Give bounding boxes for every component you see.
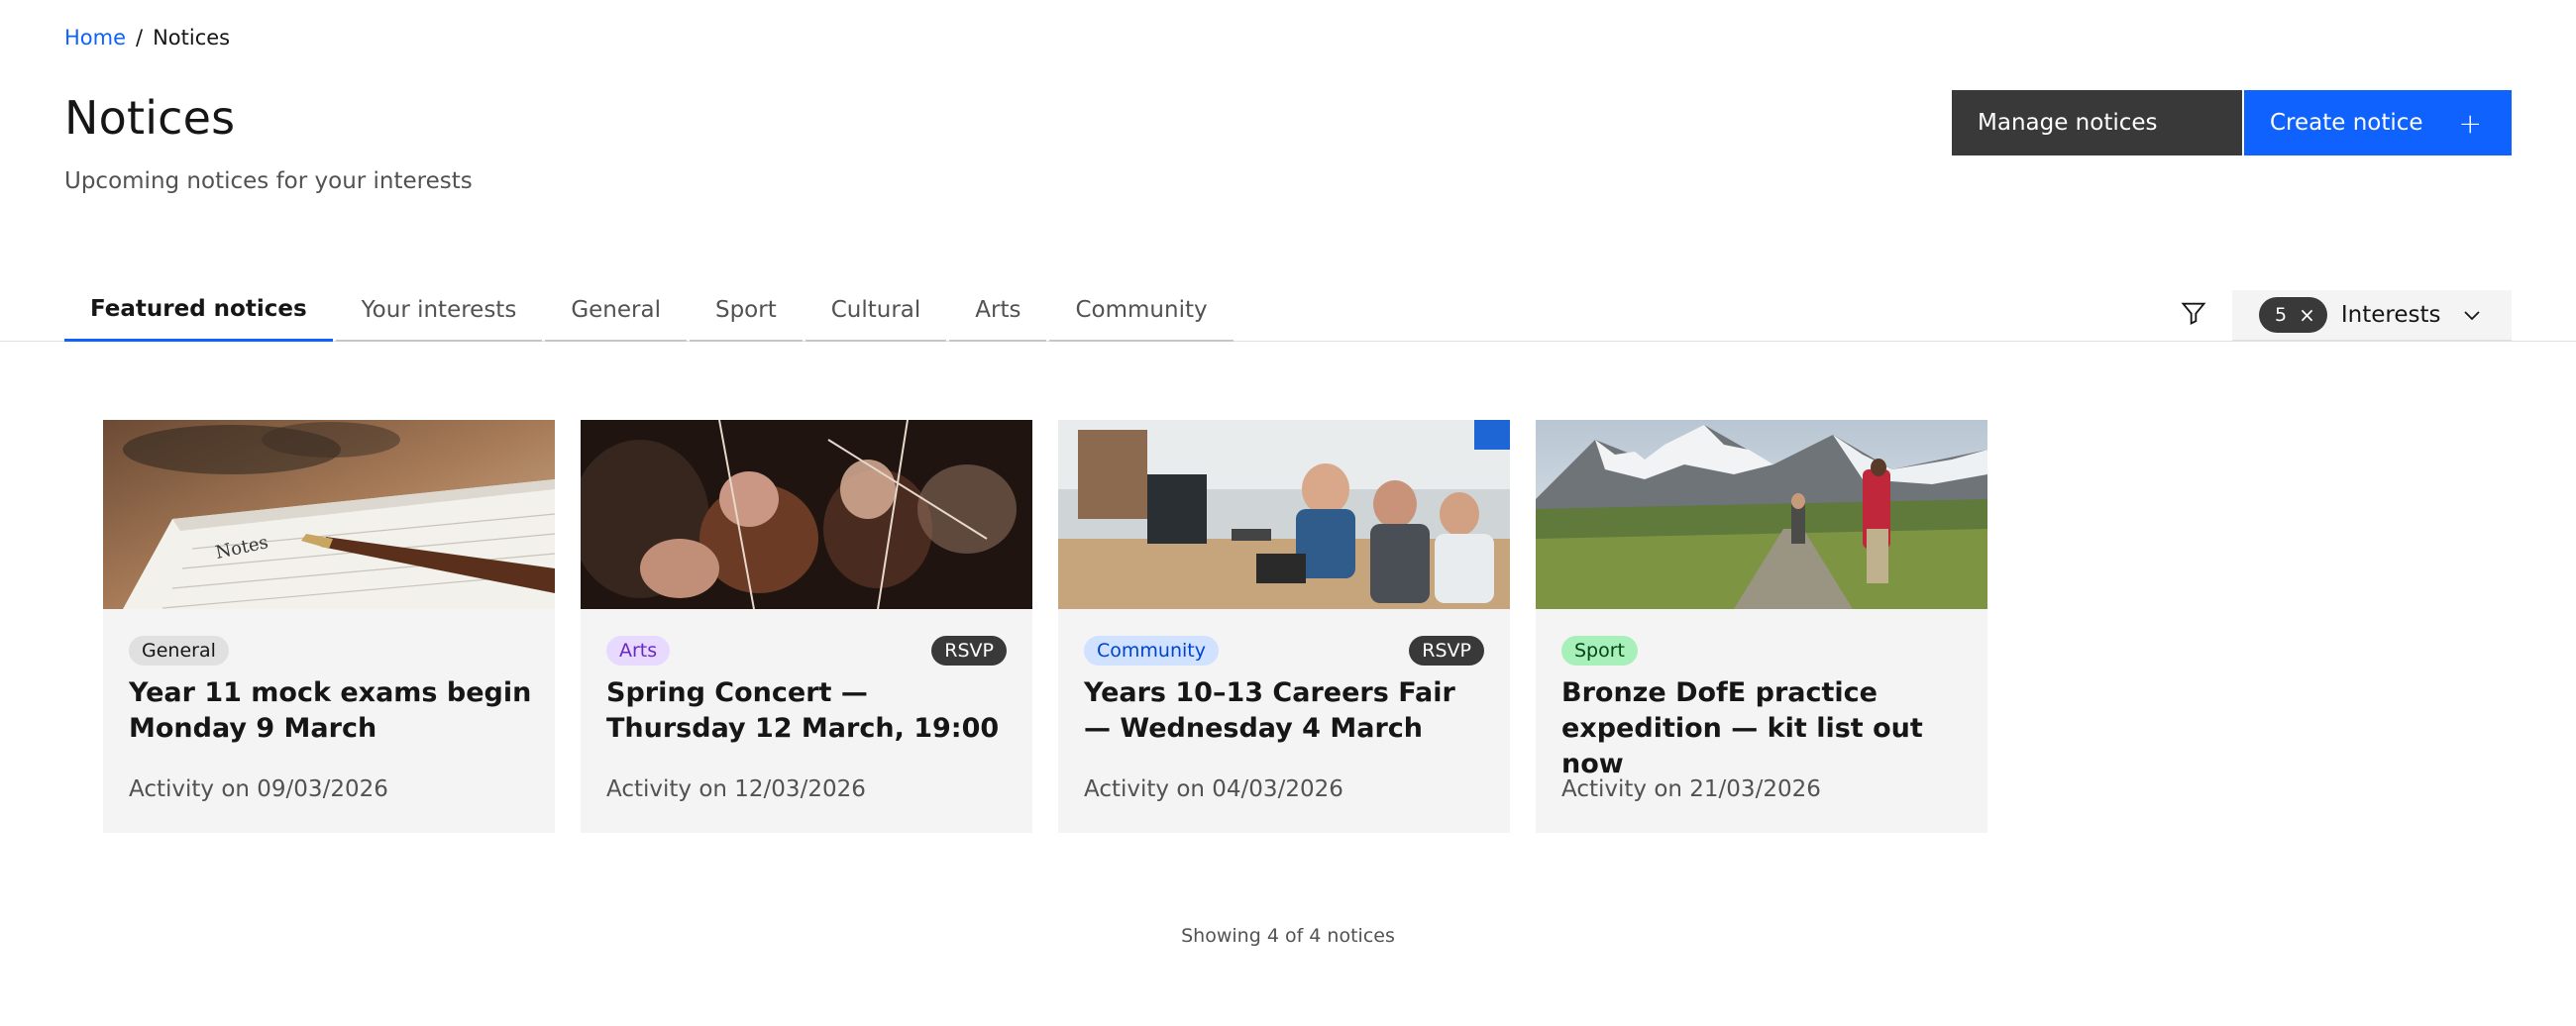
category-tag: General (129, 636, 229, 666)
notice-date: Activity on 21/03/2026 (1561, 776, 1821, 802)
card-tags: General (129, 636, 529, 666)
tab-label: Arts (975, 296, 1021, 323)
tab-your-interests[interactable]: Your interests (335, 279, 543, 342)
tab-label: Community (1075, 296, 1208, 323)
manage-notices-label: Manage notices (1978, 110, 2158, 136)
tab-featured-notices[interactable]: Featured notices (64, 279, 333, 342)
breadcrumb-separator: / (136, 26, 144, 50)
tab-label: Featured notices (90, 296, 307, 322)
tab-community[interactable]: Community (1049, 279, 1234, 342)
category-tag: Community (1084, 636, 1219, 666)
selected-count-tag[interactable]: 5 × (2259, 297, 2327, 333)
breadcrumb-home-link[interactable]: Home (64, 26, 126, 50)
notice-title: Bronze DofE practice expedition — kit li… (1561, 677, 1923, 779)
rsvp-tag: RSVP (1409, 636, 1484, 666)
notice-card[interactable]: Sport Bronze DofE practice expedition — … (1536, 420, 1987, 833)
tab-list: Featured notices Your interests General … (64, 279, 1236, 342)
office-meeting-photo (1058, 420, 1510, 609)
card-tags: Community RSVP (1084, 636, 1484, 666)
create-notice-label: Create notice (2270, 110, 2423, 136)
notice-title: Years 10–13 Careers Fair — Wednesday 4 M… (1084, 677, 1455, 744)
notice-card-list: Notes General Year 11 mock exams begin M… (103, 420, 1987, 833)
selected-count: 5 (2275, 304, 2288, 326)
notice-title: Year 11 mock exams begin Monday 9 March (129, 677, 532, 744)
tab-cultural[interactable]: Cultural (805, 279, 947, 342)
create-notice-button[interactable]: Create notice + (2244, 90, 2512, 155)
notice-date: Activity on 09/03/2026 (129, 776, 388, 802)
manage-notices-button[interactable]: Manage notices (1952, 90, 2242, 155)
page-subtitle: Upcoming notices for your interests (64, 168, 473, 194)
category-tag: Sport (1561, 636, 1639, 666)
breadcrumb-current: Notices (153, 26, 231, 50)
breadcrumb: Home / Notices (64, 26, 230, 50)
tab-label: Sport (714, 296, 777, 323)
tab-label: Your interests (361, 296, 517, 323)
tab-arts[interactable]: Arts (949, 279, 1047, 342)
chevron-down-icon (2464, 311, 2480, 321)
notice-card[interactable]: Community RSVP Years 10–13 Careers Fair … (1058, 420, 1510, 833)
tab-general[interactable]: General (545, 279, 687, 342)
plus-icon: + (2458, 106, 2482, 140)
notebook-pen-photo: Notes (103, 420, 555, 609)
card-tags: Sport (1561, 636, 1962, 666)
rsvp-tag: RSVP (931, 636, 1007, 666)
clear-selection-icon[interactable]: × (2299, 303, 2315, 327)
orchestra-violins-photo (581, 420, 1032, 609)
mountain-hikers-photo (1536, 420, 1987, 609)
category-tag: Arts (606, 636, 671, 666)
filter-icon[interactable] (2180, 299, 2207, 327)
notice-date: Activity on 12/03/2026 (606, 776, 866, 802)
notice-card[interactable]: Arts RSVP Spring Concert — Thursday 12 M… (581, 420, 1032, 833)
card-tags: Arts RSVP (606, 636, 1007, 666)
notice-title: Spring Concert — Thursday 12 March, 19:0… (606, 677, 1000, 744)
tab-label: Cultural (830, 296, 921, 323)
notice-date: Activity on 04/03/2026 (1084, 776, 1343, 802)
results-summary: Showing 4 of 4 notices (1181, 925, 1395, 947)
page-title: Notices (64, 91, 236, 145)
interests-label: Interests (2340, 302, 2441, 328)
notice-card[interactable]: Notes General Year 11 mock exams begin M… (103, 420, 555, 833)
interests-dropdown[interactable]: 5 × Interests (2232, 290, 2512, 341)
tab-label: General (571, 296, 661, 323)
tab-sport[interactable]: Sport (689, 279, 803, 342)
